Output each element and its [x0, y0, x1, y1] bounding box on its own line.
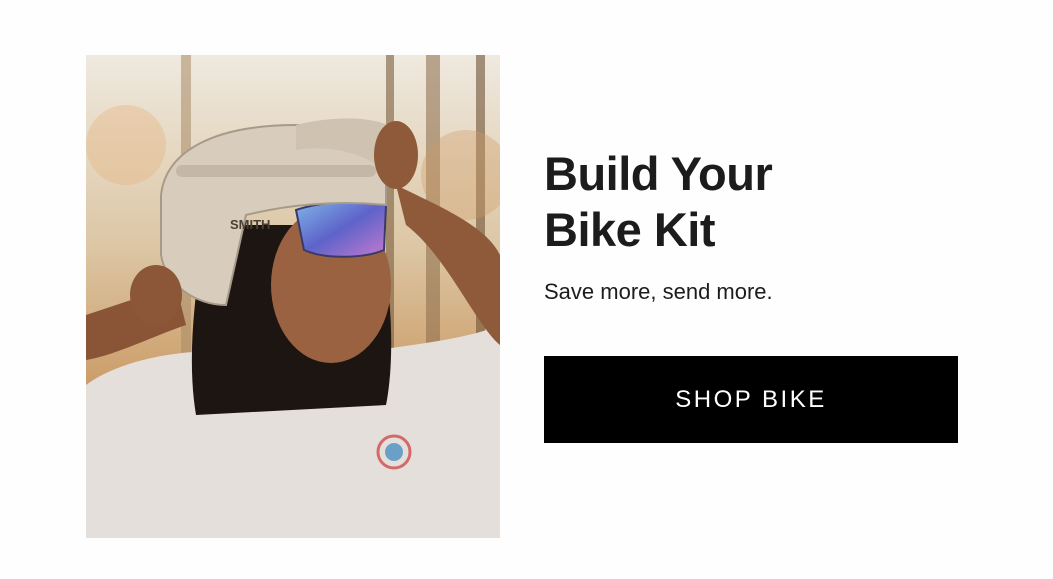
promo-headline: Build Your Bike Kit	[544, 146, 1004, 258]
helmet-brand-text: SMITH	[230, 217, 270, 232]
promo-banner: SMITH Build Your Bike Kit Save more, sen…	[0, 0, 1053, 579]
promo-subhead: Save more, send more.	[544, 279, 773, 304]
headline-line-2: Bike Kit	[544, 203, 716, 256]
product-photo[interactable]: SMITH	[86, 55, 500, 538]
headline-line-1: Build Your	[544, 147, 773, 200]
photo-illustration: SMITH	[86, 55, 500, 538]
shop-bike-button[interactable]: SHOP BIKE	[544, 356, 958, 443]
promo-content: Build Your Bike Kit Save more, send more…	[544, 146, 1004, 306]
